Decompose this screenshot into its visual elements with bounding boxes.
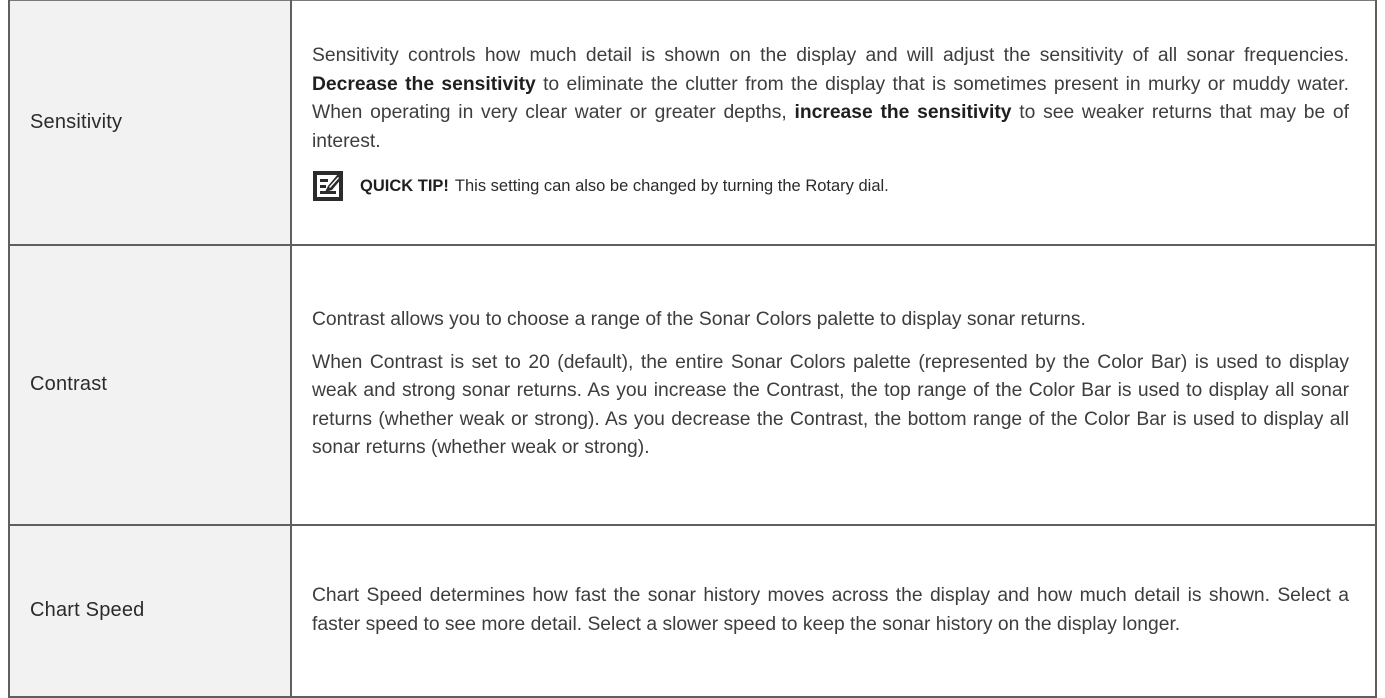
setting-label-sensitivity: Sensitivity <box>8 0 292 246</box>
table-row: Chart Speed Chart Speed determines how f… <box>8 523 1377 698</box>
emphasis-decrease-sensitivity: Decrease the sensitivity <box>312 73 536 95</box>
table-row: Sensitivity Sensitivity controls how muc… <box>8 0 1377 246</box>
quick-tip: QUICK TIP! This setting can also be chan… <box>312 170 1349 202</box>
description-paragraph: When Contrast is set to 20 (default), th… <box>312 351 1349 459</box>
quick-tip-icon <box>313 171 343 202</box>
settings-page: Sensitivity Sensitivity controls how muc… <box>0 0 1385 698</box>
text-run: Sensitivity controls how much detail is … <box>312 45 1349 67</box>
table-row: Contrast Contrast allows you to choose a… <box>8 243 1377 526</box>
description-paragraph: Chart Speed determines how fast the sona… <box>312 585 1349 635</box>
setting-description-contrast: Contrast allows you to choose a range of… <box>290 243 1377 526</box>
setting-label-chart-speed: Chart Speed <box>8 523 292 698</box>
setting-description-chart-speed: Chart Speed determines how fast the sona… <box>290 523 1377 698</box>
description-paragraph: Sensitivity controls how much detail is … <box>312 42 1349 156</box>
setting-label-contrast: Contrast <box>8 243 292 526</box>
setting-description-sensitivity: Sensitivity controls how much detail is … <box>290 0 1377 246</box>
emphasis-increase-sensitivity: increase the sensitivity <box>794 102 1012 124</box>
quick-tip-title: QUICK TIP! <box>360 177 449 195</box>
quick-tip-text: This setting can also be changed by turn… <box>454 177 889 195</box>
sonar-settings-table: Sensitivity Sensitivity controls how muc… <box>8 0 1377 698</box>
description-paragraph: Contrast allows you to choose a range of… <box>312 309 1086 331</box>
